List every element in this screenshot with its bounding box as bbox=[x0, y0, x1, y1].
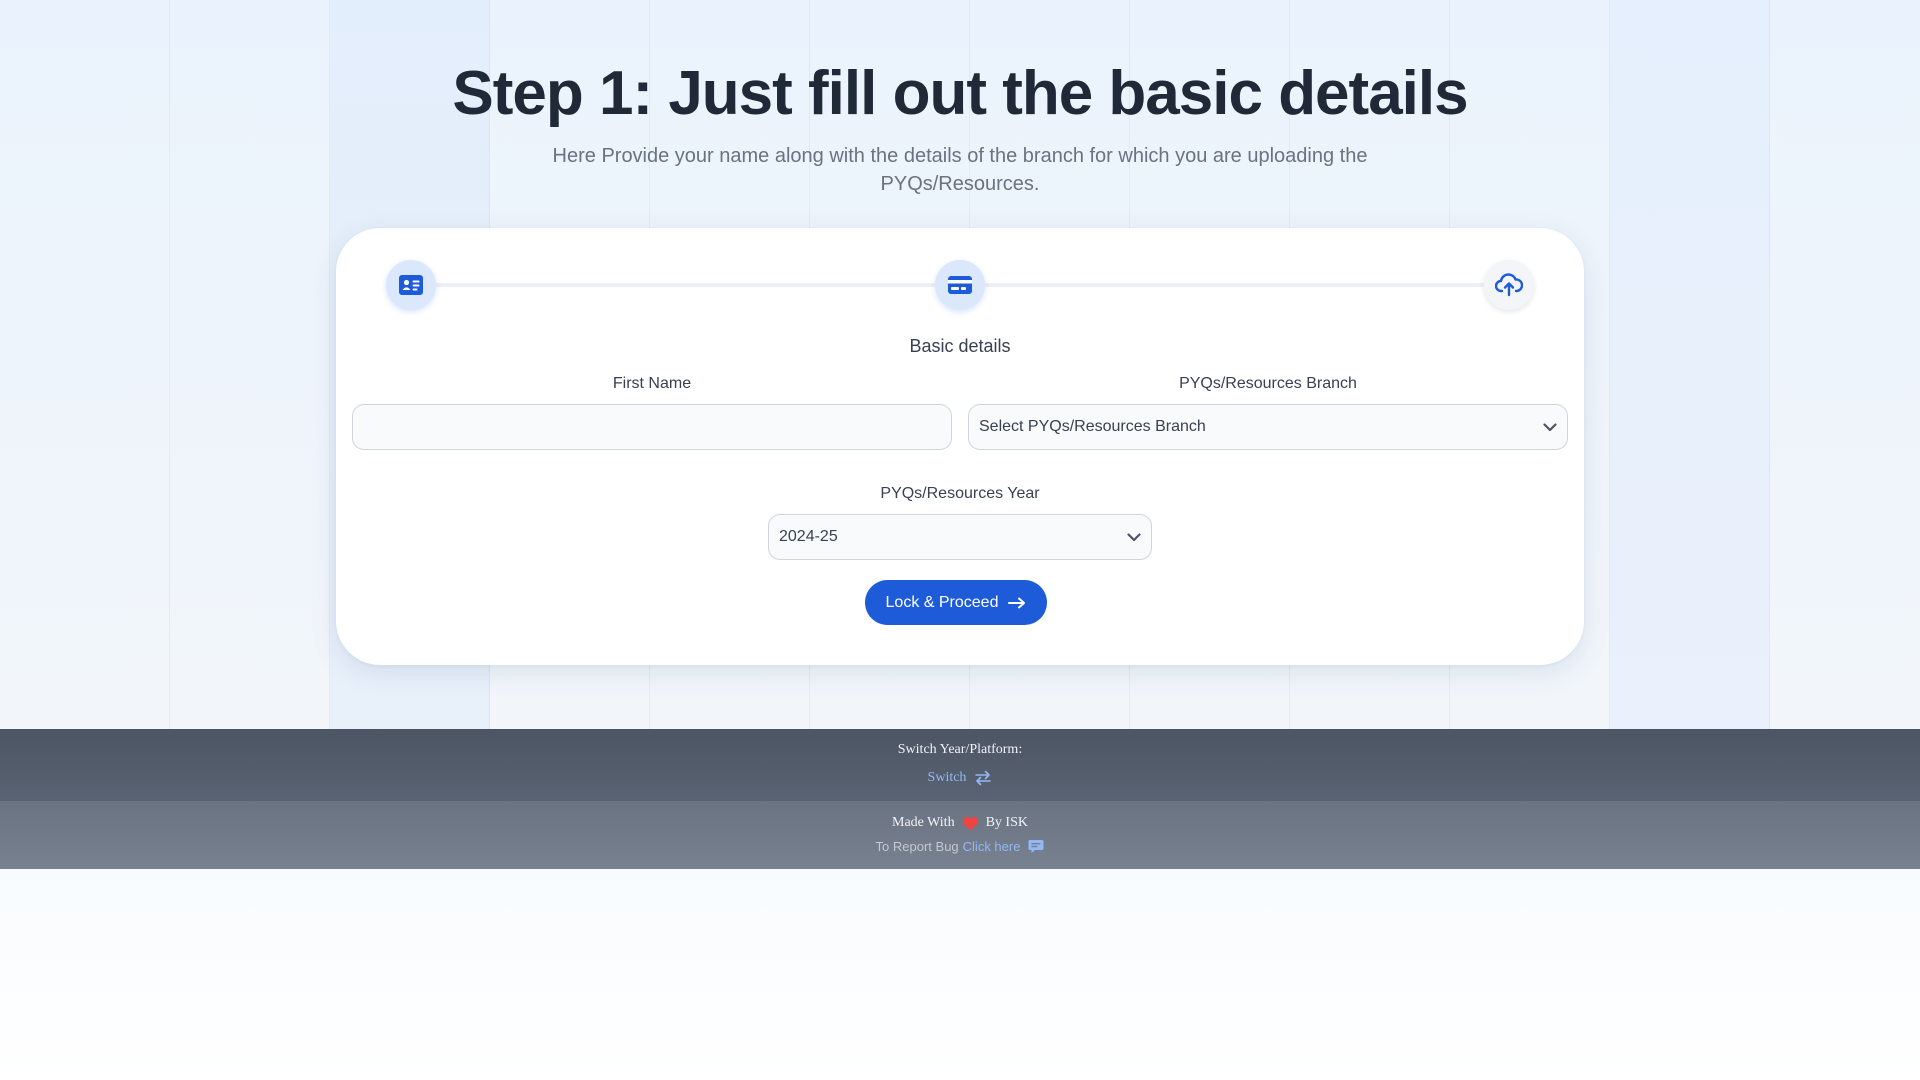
footer-credits-bar: Made With By ISK To Report Bug Click her… bbox=[0, 801, 1920, 869]
made-with-text: Made With By ISK bbox=[892, 815, 1028, 831]
report-bug-link[interactable]: Click here bbox=[963, 839, 1021, 854]
page-bottom bbox=[0, 869, 1920, 1080]
step-1 bbox=[386, 260, 436, 310]
switch-caption: Switch Year/Platform: bbox=[897, 742, 1023, 757]
lock-proceed-button[interactable]: Lock & Proceed bbox=[865, 580, 1047, 625]
card-icon bbox=[948, 276, 972, 294]
first-name-input[interactable] bbox=[352, 404, 952, 450]
heart-icon bbox=[962, 816, 978, 830]
page-title: Step 1: Just fill out the basic details bbox=[452, 59, 1468, 128]
chevron-down-icon bbox=[1543, 422, 1557, 431]
footer-switch-bar: Switch Year/Platform: Switch bbox=[0, 729, 1920, 801]
branch-label: PYQs/Resources Branch bbox=[1179, 375, 1357, 392]
step-connector bbox=[436, 283, 935, 287]
made-with-suffix: By ISK bbox=[985, 815, 1028, 830]
step-3 bbox=[1484, 260, 1534, 310]
branch-select[interactable]: Select PYQs/Resources Branch bbox=[968, 404, 1568, 450]
arrow-right-icon bbox=[1008, 597, 1026, 608]
first-name-label: First Name bbox=[612, 375, 692, 392]
made-with-prefix: Made With bbox=[892, 815, 955, 830]
stepper bbox=[386, 260, 1534, 310]
year-label: PYQs/Resources Year bbox=[880, 485, 1040, 502]
switch-link[interactable]: Switch bbox=[928, 770, 993, 786]
step-2 bbox=[935, 260, 985, 310]
page-subtitle: Here Provide your name along with the de… bbox=[552, 145, 1368, 195]
report-bug-prefix: To Report Bug bbox=[875, 839, 959, 854]
switch-arrows-icon bbox=[975, 770, 992, 786]
switch-link-label: Switch bbox=[927, 770, 967, 785]
lock-proceed-label: Lock & Proceed bbox=[885, 593, 999, 611]
branch-select-value: Select PYQs/Resources Branch bbox=[979, 418, 1206, 435]
chat-bubble-icon bbox=[1028, 840, 1044, 853]
report-bug-text: To Report Bug Click here bbox=[876, 839, 1045, 854]
year-select-value: 2024-25 bbox=[779, 528, 838, 545]
section-title: Basic details bbox=[909, 336, 1011, 356]
cloud-upload-icon bbox=[1495, 273, 1523, 297]
page-header: Step 1: Just fill out the basic details … bbox=[0, 56, 1920, 198]
id-card-icon bbox=[399, 275, 423, 295]
chevron-down-icon bbox=[1127, 532, 1141, 541]
form-card: Basic details First Name PYQs/Resources … bbox=[336, 228, 1584, 665]
step-connector bbox=[985, 283, 1484, 287]
year-select[interactable]: 2024-25 bbox=[768, 514, 1152, 560]
